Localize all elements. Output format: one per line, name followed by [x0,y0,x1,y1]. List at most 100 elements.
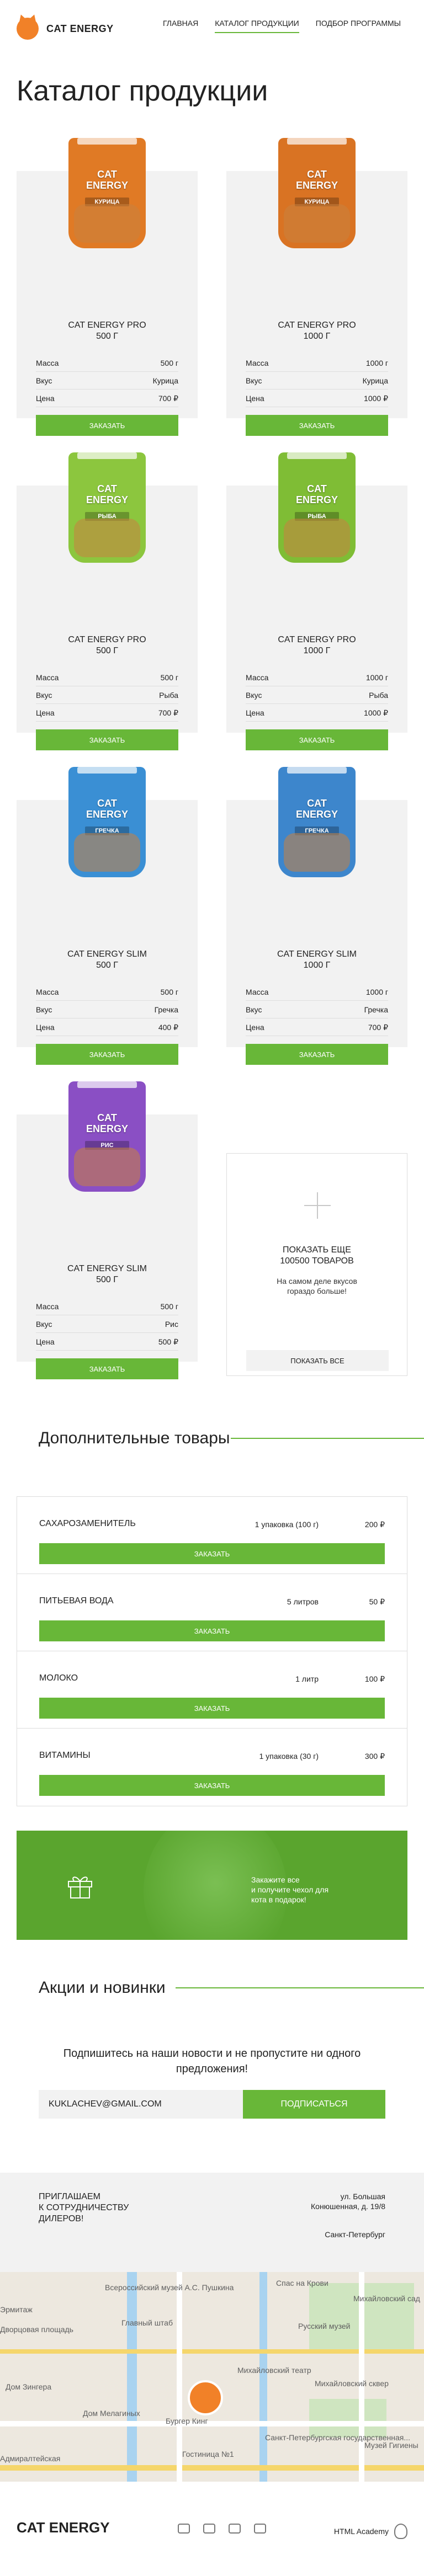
academy-label: HTML Academy [333,2527,389,2536]
spec-label: Масса [246,988,269,996]
product-card: CAT ENERGY КУРИЦА CAT ENERGY PRO 1000 Г … [226,138,407,436]
map-label: Спас на Крови [276,2279,328,2287]
product-pack-image: CAT ENERGY ГРЕЧКА [68,767,146,877]
product-specs: Масса 500 г Вкус Гречка Цена 400 ₽ [36,983,178,1036]
order-button[interactable]: Заказать [36,415,178,436]
extra-price: 300 ₽ [364,1752,385,1761]
extra-price: 100 ₽ [364,1674,385,1683]
map-label: Адмиралтейская [0,2454,61,2463]
order-button[interactable]: Заказать [36,1358,178,1379]
nav-item-catalog[interactable]: Каталог продукции [215,19,299,33]
product-card: CAT ENERGY РЫБА CAT ENERGY PRO 500 Г Мас… [17,452,198,750]
vk-icon[interactable] [178,2524,190,2534]
spec-flavor: Рыба [369,691,388,700]
extras-heading: Дополнительные товары [0,1426,424,1448]
youtube-icon[interactable] [229,2524,241,2534]
product-pack-image: CAT ENERGY КУРИЦА [278,138,356,248]
map-label: Дворцовая площадь [0,2325,73,2334]
news-heading: Акции и новинки [0,1975,424,1997]
promo-banner: Закажите все и получите чехол для кота в… [17,1831,407,1940]
email-input[interactable] [39,2090,243,2119]
order-button[interactable]: Заказать [246,1044,388,1065]
spec-label: Вкус [246,1005,262,1014]
main-nav: Главная Каталог продукции Подбор програм… [163,19,401,33]
spec-label: Вкус [36,1320,52,1329]
order-button[interactable]: Заказать [246,729,388,750]
extra-qty: 1 упаковка (30 г) [259,1752,319,1761]
dealer-invite: Приглашаем к сотрудничеству дилеров! [39,2192,129,2223]
spec-flavor: Курица [152,376,178,385]
product-name: CAT ENERGY SLIM 500 Г [67,950,147,970]
spec-flavor: Гречка [364,1005,388,1014]
order-button[interactable]: Заказать [36,729,178,750]
map-label: Михайловский театр [237,2366,311,2375]
order-button[interactable]: Заказать [246,415,388,436]
extras-list: Сахарозаменитель 1 упаковка (100 г) 200 … [17,1496,407,1806]
map[interactable]: Всероссийский музей А.С. Пушкина Спас на… [0,2272,424,2482]
map-pin-icon[interactable] [188,2380,223,2415]
spec-price: 1000 ₽ [364,708,388,717]
telegram-icon[interactable] [254,2524,266,2534]
extra-item: Сахарозаменитель 1 упаковка (100 г) 200 … [17,1497,407,1574]
product-specs: Масса 1000 г Вкус Гречка Цена 700 ₽ [246,983,388,1036]
extra-qty: 5 литров [287,1597,319,1606]
spec-label: Вкус [246,691,262,700]
academy-link[interactable]: HTML Academy [334,2524,407,2539]
spec-mass: 500 г [160,673,178,682]
academy-logo-icon [394,2524,407,2539]
nav-item-home[interactable]: Главная [163,19,198,33]
spec-label: Вкус [36,1005,52,1014]
footer-brand: CAT ENERGY [17,2519,110,2536]
pack-brand: CAT ENERGY [295,483,338,505]
order-button[interactable]: Заказать [39,1775,385,1796]
extra-item: Молоко 1 литр 100 ₽ Заказать [17,1651,407,1729]
spec-price: 500 ₽ [158,1337,178,1346]
extra-name: Молоко [39,1673,78,1683]
spec-label: Масса [36,1302,59,1311]
pack-brand: CAT ENERGY [86,798,129,820]
logo-link[interactable]: CAT ENERGY [17,18,114,40]
nav-item-program[interactable]: Подбор программы [316,19,401,33]
instagram-icon[interactable] [203,2524,215,2534]
social-links [178,2524,266,2534]
map-label: Гостиница №1 [182,2450,234,2458]
product-pack-image: CAT ENERGY РИС [68,1081,146,1192]
extra-qty: 1 упаковка (100 г) [255,1520,319,1529]
spec-label: Цена [246,1023,264,1032]
extra-price: 50 ₽ [369,1597,385,1606]
address: ул. Большая Конюшенная, д. 19/8 [311,2192,385,2211]
spec-label: Масса [246,673,269,682]
site-header: CAT ENERGY Главная Каталог продукции Под… [0,0,424,55]
show-more-title: Показать еще 100500 товаров [280,1245,354,1266]
product-specs: Масса 500 г Вкус Курица Цена 700 ₽ [36,354,178,407]
extra-qty: 1 литр [295,1674,319,1683]
gift-icon [68,1876,92,1898]
promo-text: Закажите все и получите чехол для кота в… [251,1875,329,1904]
map-label: Всероссийский музей А.С. Пушкина [105,2283,234,2292]
heading-divider [231,1438,424,1439]
spec-label: Цена [36,708,55,717]
product-pack-image: CAT ENERGY ГРЕЧКА [278,767,356,877]
product-name: CAT ENERGY PRO 500 Г [68,635,146,655]
spec-mass: 500 г [160,988,178,996]
pack-brand: CAT ENERGY [86,1112,129,1134]
subscribe-button[interactable]: Подписаться [243,2090,385,2119]
product-card: CAT ENERGY РЫБА CAT ENERGY PRO 1000 Г Ма… [226,452,407,750]
pack-brand: CAT ENERGY [86,483,129,505]
order-button[interactable]: Заказать [39,1620,385,1641]
spec-label: Масса [36,359,59,367]
order-button[interactable]: Заказать [39,1698,385,1719]
product-name: CAT ENERGY PRO 1000 Г [278,635,356,655]
order-button[interactable]: Заказать [36,1044,178,1065]
map-label: Бургер Кинг [166,2417,208,2425]
extra-name: Витамины [39,1751,91,1760]
order-button[interactable]: Заказать [39,1543,385,1564]
spec-label: Цена [36,394,55,403]
spec-flavor: Гречка [154,1005,178,1014]
spec-price: 700 ₽ [158,708,178,717]
show-all-button[interactable]: Показать все [246,1350,389,1371]
extra-item: Витамины 1 упаковка (30 г) 300 ₽ Заказат… [17,1729,407,1806]
product-pack-image: CAT ENERGY РЫБА [278,452,356,563]
product-specs: Масса 500 г Вкус Рыба Цена 700 ₽ [36,669,178,722]
extra-price: 200 ₽ [364,1520,385,1529]
